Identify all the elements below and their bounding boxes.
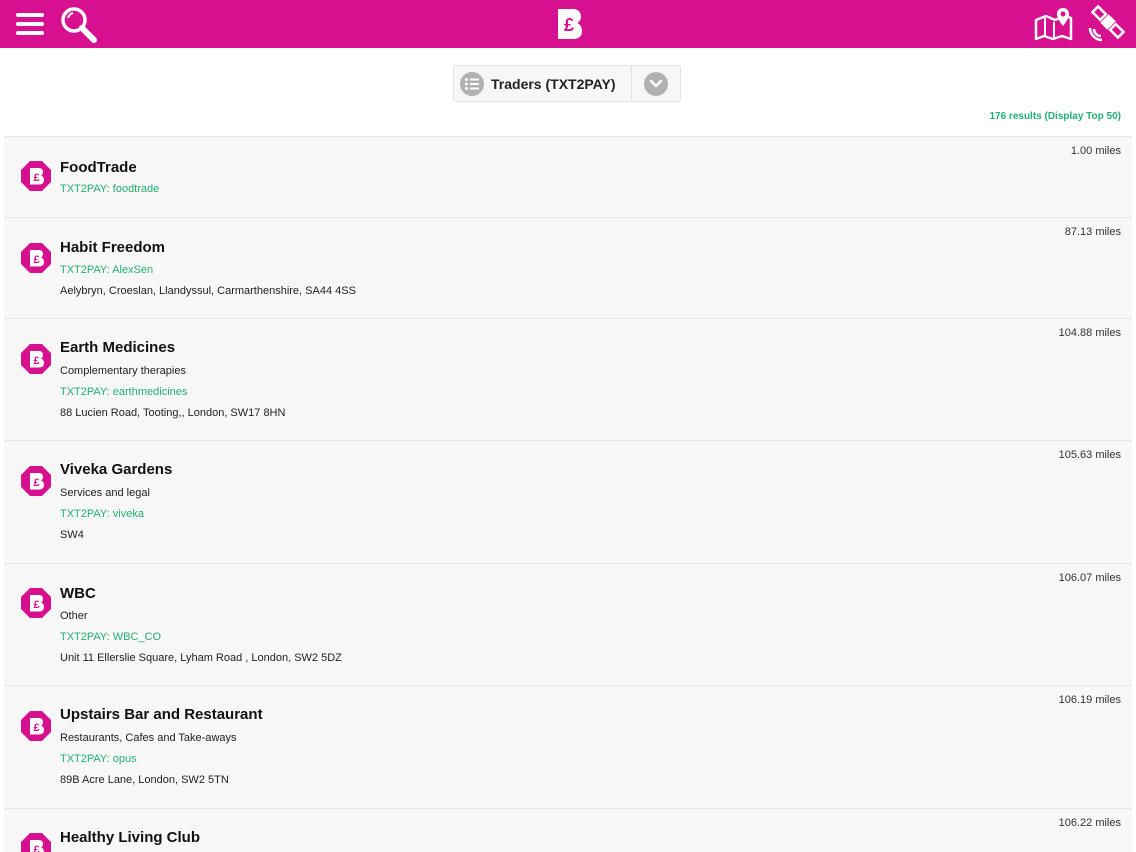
- trader-txt2pay-code: TXT2PAY: foodtrade: [60, 183, 160, 195]
- svg-text:£: £: [33, 172, 39, 184]
- results-count: 176 results (Display Top 50): [989, 111, 1121, 122]
- trader-row[interactable]: £ 104.88 miles Earth Medicines Complementa…: [4, 318, 1132, 440]
- trader-address: Aelybryn, Croeslan, Llandyssul, Carmarth…: [60, 285, 356, 297]
- trader-row[interactable]: £ 106.19 miles Upstairs Bar and Restauran…: [4, 685, 1132, 808]
- trader-name[interactable]: Healthy Living Club: [60, 829, 200, 846]
- pound-octagon-icon: £: [20, 832, 52, 852]
- trader-distance: 106.19 miles: [1058, 694, 1121, 706]
- trader-name[interactable]: Viveka Gardens: [60, 461, 172, 478]
- trader-category: Other: [60, 610, 88, 622]
- trader-row[interactable]: £ 105.63 miles Viveka Gardens Services and…: [4, 440, 1132, 563]
- pound-octagon-icon: £: [20, 587, 52, 619]
- trader-distance: 87.13 miles: [1064, 226, 1121, 238]
- pound-b-logo-icon[interactable]: £: [553, 0, 585, 48]
- trader-address: 89B Acre Lane, London, SW2 5TN: [60, 774, 229, 786]
- trader-category: Complementary therapies: [60, 365, 186, 377]
- trader-distance: 106.07 miles: [1058, 572, 1121, 584]
- svg-text:£: £: [33, 477, 39, 489]
- svg-text:£: £: [33, 254, 39, 266]
- trader-row[interactable]: £ 106.22 miles Healthy Living Club: [4, 808, 1132, 852]
- trader-type-selector[interactable]: Traders (TXT2PAY): [453, 65, 681, 102]
- trader-distance: 105.63 miles: [1058, 449, 1121, 461]
- trader-txt2pay-code: TXT2PAY: earthmedicines: [60, 386, 188, 398]
- trader-address: Unit 11 Ellerslie Square, Lyham Road , L…: [60, 652, 342, 664]
- trader-list[interactable]: £ 1.00 miles FoodTrade TXT2PAY: foodtrade …: [4, 136, 1132, 852]
- svg-text:£: £: [564, 15, 574, 35]
- trader-distance: 104.88 miles: [1058, 327, 1121, 339]
- trader-name[interactable]: Earth Medicines: [60, 339, 175, 356]
- map-pin-icon[interactable]: [1032, 0, 1076, 48]
- trader-distance: 106.22 miles: [1058, 817, 1121, 829]
- pound-octagon-icon: £: [20, 242, 52, 274]
- trader-name[interactable]: WBC: [60, 585, 96, 602]
- trader-name[interactable]: Habit Freedom: [60, 239, 165, 256]
- trader-row[interactable]: £ 106.07 miles WBC Other TXT2PAY: WBC_CO Uni…: [4, 563, 1132, 685]
- trader-txt2pay-code: TXT2PAY: WBC_CO: [60, 631, 162, 643]
- pound-octagon-icon: £: [20, 160, 52, 192]
- pound-octagon-icon: £: [20, 343, 52, 375]
- trader-name[interactable]: FoodTrade: [60, 159, 137, 176]
- svg-text:£: £: [33, 722, 39, 734]
- trader-txt2pay-code: TXT2PAY: AlexSen: [60, 264, 154, 276]
- hamburger-menu-icon[interactable]: [12, 0, 48, 48]
- trader-name[interactable]: Upstairs Bar and Restaurant: [60, 706, 263, 723]
- pound-octagon-icon: £: [20, 465, 52, 497]
- chevron-down-icon[interactable]: [644, 72, 668, 96]
- svg-text:£: £: [33, 844, 39, 852]
- selector-label: Traders (TXT2PAY): [491, 75, 616, 92]
- svg-text:£: £: [33, 355, 39, 367]
- filter-area: Traders (TXT2PAY) 176 results (Display T…: [0, 48, 1136, 136]
- trader-row[interactable]: £ 87.13 miles Habit Freedom TXT2PAY: AlexS…: [4, 217, 1132, 318]
- search-icon[interactable]: [56, 0, 100, 48]
- pound-octagon-icon: £: [20, 710, 52, 742]
- trader-category: Services and legal: [60, 487, 150, 499]
- trader-address: SW4: [60, 529, 84, 541]
- top-bar: £: [0, 0, 1136, 48]
- trader-address: 88 Lucien Road, Tooting,, London, SW17 8…: [60, 407, 286, 419]
- svg-text:£: £: [33, 599, 39, 611]
- satellite-icon[interactable]: [1084, 0, 1128, 48]
- trader-row[interactable]: £ 1.00 miles FoodTrade TXT2PAY: foodtrade: [4, 136, 1132, 217]
- selector-divider: [631, 66, 632, 101]
- list-icon: [460, 71, 484, 96]
- trader-txt2pay-code: TXT2PAY: opus: [60, 753, 137, 765]
- trader-txt2pay-code: TXT2PAY: viveka: [60, 508, 144, 520]
- trader-distance: 1.00 miles: [1070, 145, 1121, 157]
- trader-category: Restaurants, Cafes and Take-aways: [60, 732, 237, 744]
